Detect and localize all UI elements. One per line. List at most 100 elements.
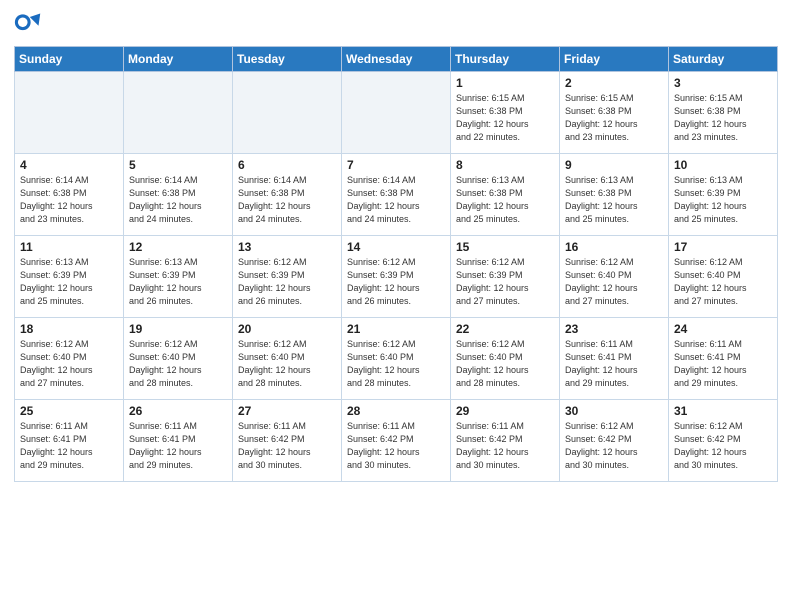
day-number: 21 — [347, 322, 445, 336]
calendar-week-row: 25Sunrise: 6:11 AM Sunset: 6:41 PM Dayli… — [15, 400, 778, 482]
day-number: 19 — [129, 322, 227, 336]
day-info: Sunrise: 6:12 AM Sunset: 6:40 PM Dayligh… — [565, 256, 663, 308]
day-info: Sunrise: 6:14 AM Sunset: 6:38 PM Dayligh… — [20, 174, 118, 226]
weekday-header-friday: Friday — [560, 47, 669, 72]
day-number: 31 — [674, 404, 772, 418]
calendar-cell: 30 Sunrise: 6:12 AM Sunset: 6:42 PM Dayli… — [560, 400, 669, 482]
day-number: 18 — [20, 322, 118, 336]
calendar-cell — [15, 72, 124, 154]
day-number: 6 — [238, 158, 336, 172]
calendar-cell: 28Sunrise: 6:11 AM Sunset: 6:42 PM Dayli… — [342, 400, 451, 482]
calendar-cell — [124, 72, 233, 154]
day-info: Sunrise: 6:11 AM Sunset: 6:41 PM Dayligh… — [674, 338, 772, 390]
logo-icon — [14, 10, 42, 38]
calendar-cell: 26 Sunrise: 6:11 AM Sunset: 6:41 PM Dayli… — [124, 400, 233, 482]
day-number: 20 — [238, 322, 336, 336]
day-number: 4 — [20, 158, 118, 172]
day-info: Sunrise: 6:11 AM Sunset: 6:41 PM Dayligh… — [129, 420, 227, 472]
calendar-cell: 17Sunrise: 6:12 AM Sunset: 6:40 PM Dayli… — [669, 236, 778, 318]
day-info: Sunrise: 6:12 AM Sunset: 6:42 PM Dayligh… — [674, 420, 772, 472]
weekday-header-tuesday: Tuesday — [233, 47, 342, 72]
day-info: Sunrise: 6:12 AM Sunset: 6:39 PM Dayligh… — [238, 256, 336, 308]
day-info: Sunrise: 6:12 AM Sunset: 6:39 PM Dayligh… — [347, 256, 445, 308]
day-number: 2 — [565, 76, 663, 90]
calendar-cell: 9Sunrise: 6:13 AM Sunset: 6:38 PM Daylig… — [560, 154, 669, 236]
day-number: 24 — [674, 322, 772, 336]
calendar-week-row: 18 Sunrise: 6:12 AM Sunset: 6:40 PM Dayli… — [15, 318, 778, 400]
calendar-cell: 11 Sunrise: 6:13 AM Sunset: 6:39 PM Dayli… — [15, 236, 124, 318]
day-info: Sunrise: 6:13 AM Sunset: 6:39 PM Dayligh… — [20, 256, 118, 308]
day-info: Sunrise: 6:11 AM Sunset: 6:41 PM Dayligh… — [20, 420, 118, 472]
calendar-cell: 15 Sunrise: 6:12 AM Sunset: 6:39 PM Dayli… — [451, 236, 560, 318]
calendar-cell: 10Sunrise: 6:13 AM Sunset: 6:39 PM Dayli… — [669, 154, 778, 236]
day-number: 29 — [456, 404, 554, 418]
calendar-week-row: 4 Sunrise: 6:14 AM Sunset: 6:38 PM Daylig… — [15, 154, 778, 236]
calendar-cell: 16Sunrise: 6:12 AM Sunset: 6:40 PM Dayli… — [560, 236, 669, 318]
calendar-cell: 7Sunrise: 6:14 AM Sunset: 6:38 PM Daylig… — [342, 154, 451, 236]
day-info: Sunrise: 6:13 AM Sunset: 6:38 PM Dayligh… — [565, 174, 663, 226]
calendar-cell: 14 Sunrise: 6:12 AM Sunset: 6:39 PM Dayli… — [342, 236, 451, 318]
day-info: Sunrise: 6:13 AM Sunset: 6:39 PM Dayligh… — [129, 256, 227, 308]
day-number: 5 — [129, 158, 227, 172]
calendar-cell: 29 Sunrise: 6:11 AM Sunset: 6:42 PM Dayli… — [451, 400, 560, 482]
weekday-header-monday: Monday — [124, 47, 233, 72]
day-number: 26 — [129, 404, 227, 418]
day-info: Sunrise: 6:12 AM Sunset: 6:40 PM Dayligh… — [129, 338, 227, 390]
calendar-cell: 22 Sunrise: 6:12 AM Sunset: 6:40 PM Dayli… — [451, 318, 560, 400]
day-number: 27 — [238, 404, 336, 418]
day-number: 3 — [674, 76, 772, 90]
calendar-cell: 13 Sunrise: 6:12 AM Sunset: 6:39 PM Dayli… — [233, 236, 342, 318]
day-number: 11 — [20, 240, 118, 254]
day-info: Sunrise: 6:15 AM Sunset: 6:38 PM Dayligh… — [565, 92, 663, 144]
day-info: Sunrise: 6:14 AM Sunset: 6:38 PM Dayligh… — [129, 174, 227, 226]
calendar-page: SundayMondayTuesdayWednesdayThursdayFrid… — [0, 0, 792, 612]
calendar-cell: 27Sunrise: 6:11 AM Sunset: 6:42 PM Dayli… — [233, 400, 342, 482]
calendar-cell — [233, 72, 342, 154]
calendar-cell: 3 Sunrise: 6:15 AM Sunset: 6:38 PM Daylig… — [669, 72, 778, 154]
day-number: 8 — [456, 158, 554, 172]
day-number: 22 — [456, 322, 554, 336]
day-number: 14 — [347, 240, 445, 254]
day-number: 1 — [456, 76, 554, 90]
day-number: 30 — [565, 404, 663, 418]
calendar-cell: 19 Sunrise: 6:12 AM Sunset: 6:40 PM Dayli… — [124, 318, 233, 400]
calendar-cell: 18 Sunrise: 6:12 AM Sunset: 6:40 PM Dayli… — [15, 318, 124, 400]
calendar-cell: 12 Sunrise: 6:13 AM Sunset: 6:39 PM Dayli… — [124, 236, 233, 318]
weekday-header-row: SundayMondayTuesdayWednesdayThursdayFrid… — [15, 47, 778, 72]
weekday-header-saturday: Saturday — [669, 47, 778, 72]
calendar-cell: 31 Sunrise: 6:12 AM Sunset: 6:42 PM Dayli… — [669, 400, 778, 482]
calendar-cell: 5 Sunrise: 6:14 AM Sunset: 6:38 PM Daylig… — [124, 154, 233, 236]
day-number: 15 — [456, 240, 554, 254]
day-number: 23 — [565, 322, 663, 336]
weekday-header-wednesday: Wednesday — [342, 47, 451, 72]
day-info: Sunrise: 6:12 AM Sunset: 6:40 PM Dayligh… — [238, 338, 336, 390]
day-info: Sunrise: 6:14 AM Sunset: 6:38 PM Dayligh… — [347, 174, 445, 226]
day-info: Sunrise: 6:12 AM Sunset: 6:40 PM Dayligh… — [20, 338, 118, 390]
calendar-cell: 2 Sunrise: 6:15 AM Sunset: 6:38 PM Daylig… — [560, 72, 669, 154]
day-number: 10 — [674, 158, 772, 172]
day-info: Sunrise: 6:12 AM Sunset: 6:40 PM Dayligh… — [456, 338, 554, 390]
day-number: 17 — [674, 240, 772, 254]
day-number: 12 — [129, 240, 227, 254]
day-info: Sunrise: 6:12 AM Sunset: 6:40 PM Dayligh… — [347, 338, 445, 390]
day-info: Sunrise: 6:13 AM Sunset: 6:38 PM Dayligh… — [456, 174, 554, 226]
header — [14, 10, 778, 38]
calendar-cell: 21 Sunrise: 6:12 AM Sunset: 6:40 PM Dayli… — [342, 318, 451, 400]
day-info: Sunrise: 6:15 AM Sunset: 6:38 PM Dayligh… — [456, 92, 554, 144]
calendar-table: SundayMondayTuesdayWednesdayThursdayFrid… — [14, 46, 778, 482]
calendar-cell: 6 Sunrise: 6:14 AM Sunset: 6:38 PM Daylig… — [233, 154, 342, 236]
day-info: Sunrise: 6:12 AM Sunset: 6:39 PM Dayligh… — [456, 256, 554, 308]
calendar-week-row: 1 Sunrise: 6:15 AM Sunset: 6:38 PM Daylig… — [15, 72, 778, 154]
calendar-cell: 8 Sunrise: 6:13 AM Sunset: 6:38 PM Daylig… — [451, 154, 560, 236]
day-info: Sunrise: 6:11 AM Sunset: 6:42 PM Dayligh… — [347, 420, 445, 472]
day-info: Sunrise: 6:11 AM Sunset: 6:42 PM Dayligh… — [456, 420, 554, 472]
day-info: Sunrise: 6:15 AM Sunset: 6:38 PM Dayligh… — [674, 92, 772, 144]
day-info: Sunrise: 6:14 AM Sunset: 6:38 PM Dayligh… — [238, 174, 336, 226]
day-info: Sunrise: 6:11 AM Sunset: 6:41 PM Dayligh… — [565, 338, 663, 390]
day-number: 13 — [238, 240, 336, 254]
calendar-cell: 4 Sunrise: 6:14 AM Sunset: 6:38 PM Daylig… — [15, 154, 124, 236]
calendar-cell: 23 Sunrise: 6:11 AM Sunset: 6:41 PM Dayli… — [560, 318, 669, 400]
calendar-cell: 25Sunrise: 6:11 AM Sunset: 6:41 PM Dayli… — [15, 400, 124, 482]
weekday-header-thursday: Thursday — [451, 47, 560, 72]
day-info: Sunrise: 6:12 AM Sunset: 6:42 PM Dayligh… — [565, 420, 663, 472]
